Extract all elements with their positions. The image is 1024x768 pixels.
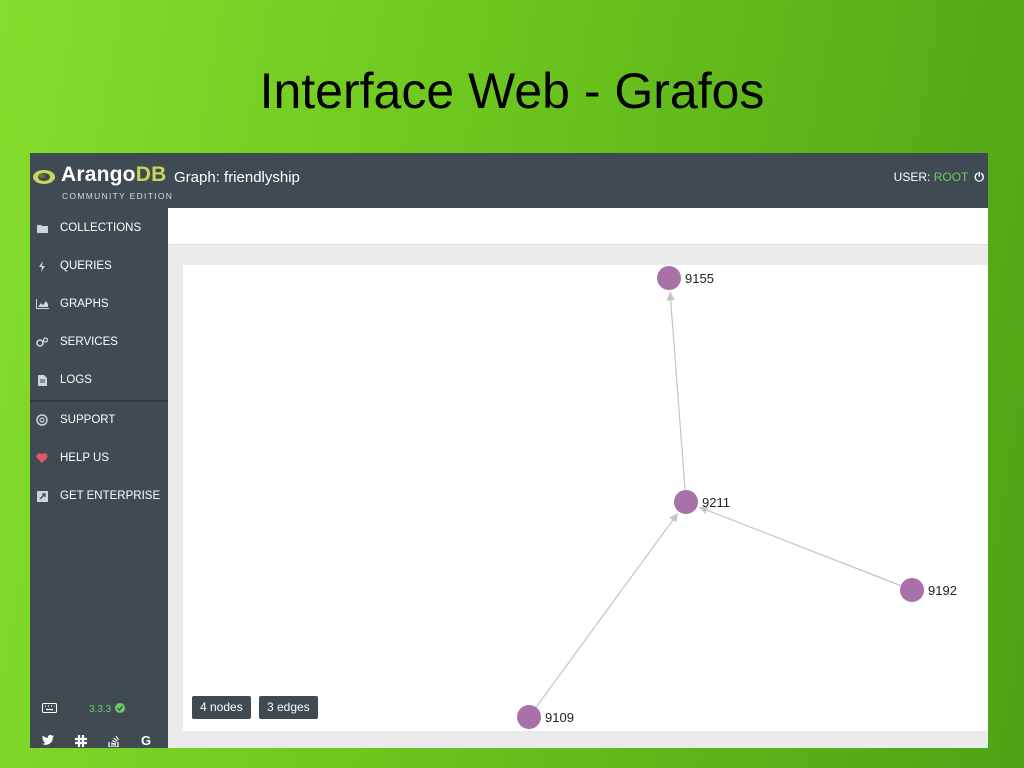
- external-link-icon: [35, 490, 49, 502]
- sidebar-item-label: GET ENTERPRISE: [60, 490, 161, 502]
- twitter-icon[interactable]: [42, 734, 54, 748]
- graph-node[interactable]: [657, 266, 681, 290]
- graph-canvas[interactable]: 9155 9211 9192 9109 4 nodes 3 edges: [183, 265, 988, 731]
- keyboard-icon[interactable]: [42, 703, 57, 716]
- sidebar-item-label: LOGS: [60, 374, 92, 386]
- sidebar-item-support[interactable]: SUPPORT: [30, 405, 168, 435]
- file-icon: [35, 374, 49, 386]
- graph-svg[interactable]: 9155 9211 9192 9109: [183, 265, 988, 731]
- user-label: USER:: [893, 170, 931, 184]
- arangodb-logo-icon: [33, 170, 55, 184]
- edition-label: COMMUNITY EDITION: [62, 191, 174, 201]
- area-chart-icon: [35, 298, 49, 310]
- sidebar-item-label: HELP US: [60, 452, 110, 464]
- version-row: 3.3.3: [30, 703, 168, 716]
- lifebuoy-icon: [35, 414, 49, 426]
- graph-node[interactable]: [674, 490, 698, 514]
- stackoverflow-icon[interactable]: [108, 735, 120, 748]
- graph-edge[interactable]: [698, 506, 902, 587]
- logo-text-main: Arango: [61, 163, 136, 186]
- sidebar-item-label: SUPPORT: [60, 414, 116, 426]
- slide-title: Interface Web - Grafos: [259, 63, 765, 119]
- heart-icon: [35, 452, 49, 464]
- graph-node[interactable]: [900, 578, 924, 602]
- sidebar-item-queries[interactable]: QUERIES: [30, 251, 168, 281]
- arangodb-logo[interactable]: ArangoDB: [61, 163, 166, 187]
- google-icon[interactable]: G: [141, 734, 151, 748]
- sidebar-item-graphs[interactable]: GRAPHS: [30, 289, 168, 319]
- edges-count-badge: 3 edges: [259, 696, 318, 719]
- graph-node[interactable]: [517, 705, 541, 729]
- sidebar-divider: [30, 400, 168, 402]
- bolt-icon: [35, 260, 49, 272]
- graph-node-label: 9109: [545, 710, 574, 725]
- sidebar-item-label: COLLECTIONS: [60, 222, 142, 234]
- graph-node-label: 9211: [702, 495, 730, 510]
- cogs-icon: [35, 336, 49, 348]
- sidebar-item-services[interactable]: SERVICES: [30, 327, 168, 357]
- top-navbar: ArangoDB COMMUNITY EDITION Graph: friend…: [30, 153, 988, 208]
- graph-node-label: 9192: [928, 583, 957, 598]
- graph-edge[interactable]: [666, 291, 686, 491]
- folder-icon: [35, 222, 49, 234]
- social-links: G: [30, 734, 168, 748]
- user-name: ROOT: [933, 170, 969, 184]
- sidebar-item-label: SERVICES: [60, 336, 118, 348]
- sidebar-item-label: GRAPHS: [60, 298, 109, 310]
- sidebar: COLLECTIONS QUERIES GRAPHS SERVICES LOGS: [30, 208, 168, 748]
- graph-node-label: 9155: [685, 271, 714, 286]
- slack-icon[interactable]: [75, 735, 87, 748]
- graph-edge[interactable]: [535, 512, 679, 708]
- nodes-count-badge: 4 nodes: [192, 696, 251, 719]
- version-label: 3.3.3: [89, 704, 112, 715]
- sidebar-item-collections[interactable]: COLLECTIONS: [30, 213, 168, 243]
- sidebar-item-get-enterprise[interactable]: GET ENTERPRISE: [30, 481, 168, 511]
- logo-text-accent: DB: [135, 163, 167, 186]
- user-menu[interactable]: USER: ROOT ⏻: [894, 170, 984, 185]
- graph-toolbar: [168, 208, 988, 245]
- sidebar-item-logs[interactable]: LOGS: [30, 365, 168, 395]
- power-icon[interactable]: ⏻: [975, 170, 985, 185]
- sidebar-item-label: QUERIES: [60, 260, 112, 272]
- sidebar-item-help-us[interactable]: HELP US: [30, 443, 168, 473]
- graph-title: Graph: friendlyship: [174, 169, 300, 186]
- arangodb-window: ArangoDB COMMUNITY EDITION Graph: friend…: [30, 153, 988, 748]
- check-circle-icon: [115, 703, 126, 716]
